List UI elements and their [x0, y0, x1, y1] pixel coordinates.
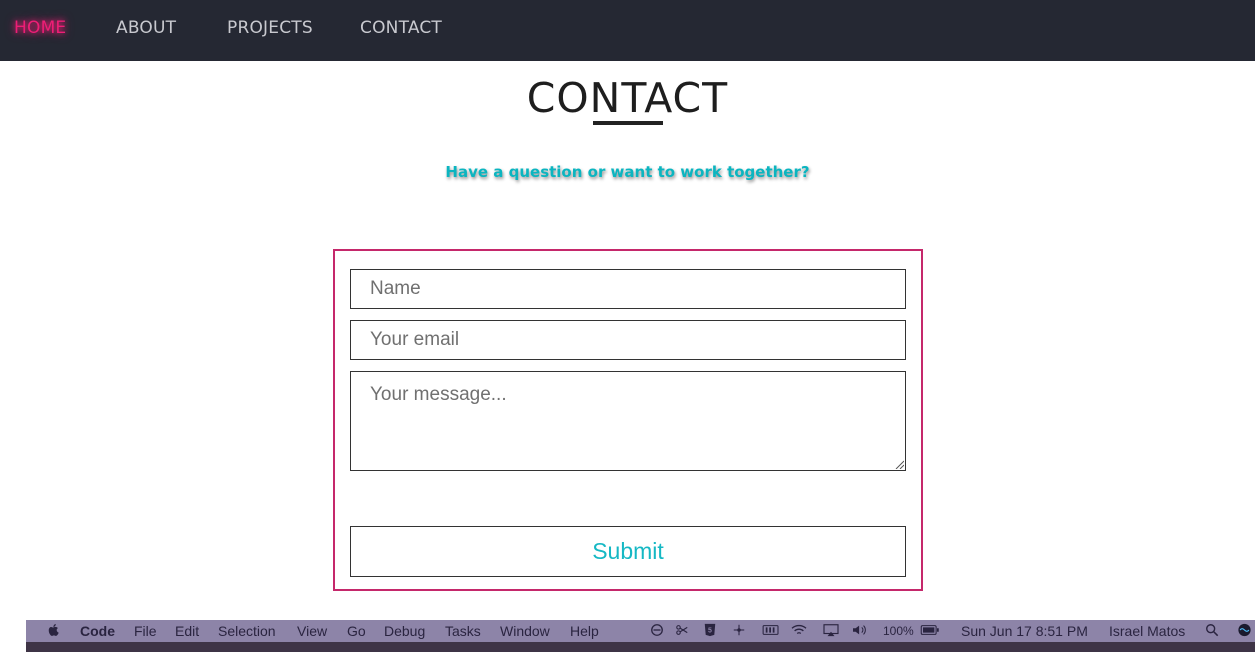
wifi-icon[interactable] [789, 623, 809, 637]
html5-icon[interactable]: 5 [702, 623, 718, 637]
battery-icon[interactable] [919, 623, 941, 637]
nav-home-link[interactable]: HOME [14, 18, 66, 38]
menu-go[interactable]: Go [347, 623, 366, 639]
volume-icon[interactable] [850, 623, 870, 637]
battery-widget-icon[interactable] [761, 623, 781, 637]
resize-handle-icon[interactable] [895, 460, 904, 469]
menubar-app-name[interactable]: Code [80, 623, 115, 639]
menu-selection[interactable]: Selection [218, 623, 276, 639]
scissors-icon[interactable] [674, 623, 690, 637]
airplay-icon[interactable] [821, 623, 841, 637]
menu-debug[interactable]: Debug [384, 623, 425, 639]
nav-about-link[interactable]: ABOUT [116, 18, 176, 38]
menu-view[interactable]: View [297, 623, 327, 639]
menubar-datetime[interactable]: Sun Jun 17 8:51 PM [961, 623, 1088, 639]
svg-text:5: 5 [708, 628, 712, 635]
nav-contact-link[interactable]: CONTACT [360, 18, 442, 38]
top-navbar: HOME ABOUT PROJECTS CONTACT [0, 0, 1255, 61]
contact-subtitle: Have a question or want to work together… [445, 163, 810, 181]
menubar-user[interactable]: Israel Matos [1109, 623, 1185, 639]
menu-file[interactable]: File [134, 623, 157, 639]
macos-menubar: Code File Edit Selection View Go Debug T… [26, 620, 1255, 642]
submit-button[interactable]: Submit [350, 526, 906, 577]
menu-tasks[interactable]: Tasks [445, 623, 481, 639]
title-underline [593, 121, 663, 125]
move-icon[interactable] [731, 623, 747, 637]
apple-icon[interactable] [46, 623, 62, 637]
name-input[interactable]: Name [350, 269, 906, 309]
battery-percent: 100% [883, 624, 914, 638]
menu-window[interactable]: Window [500, 623, 550, 639]
menu-help[interactable]: Help [570, 623, 599, 639]
search-icon[interactable] [1204, 623, 1220, 637]
desktop-strip [26, 642, 1255, 652]
menu-edit[interactable]: Edit [175, 623, 199, 639]
message-placeholder: Your message... [370, 384, 507, 405]
page-title: CONTACT [526, 74, 729, 122]
email-input[interactable]: Your email [350, 320, 906, 360]
clock-icon[interactable] [649, 623, 665, 637]
siri-icon[interactable] [1236, 623, 1253, 637]
message-textarea[interactable]: Your message... [350, 371, 906, 471]
nav-projects-link[interactable]: PROJECTS [227, 18, 313, 38]
